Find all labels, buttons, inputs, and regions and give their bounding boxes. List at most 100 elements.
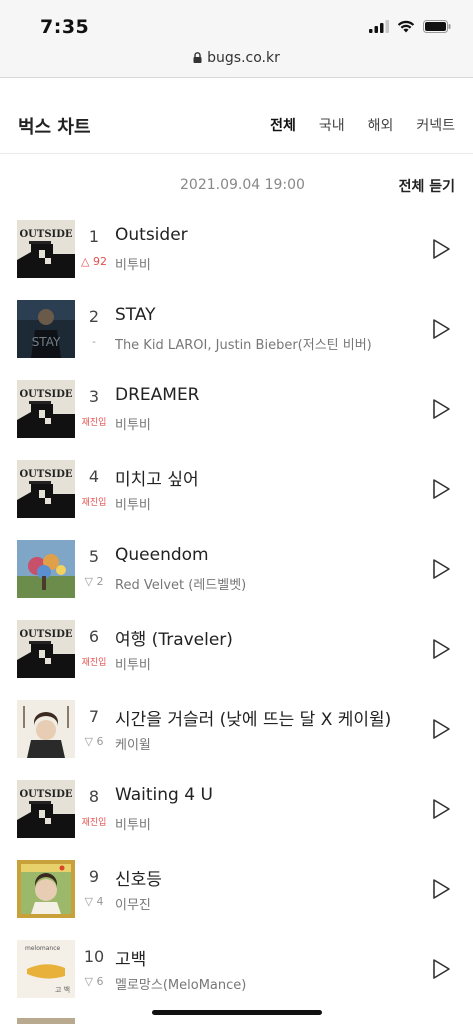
svg-text:STAY: STAY — [32, 335, 61, 349]
svg-text:melomance: melomance — [25, 945, 60, 952]
signal-icon — [369, 20, 389, 33]
url-text: bugs.co.kr — [207, 50, 280, 66]
track-title[interactable]: DREAMER — [115, 385, 200, 405]
rank-number: 3 — [88, 387, 100, 406]
album-cover[interactable] — [17, 700, 75, 758]
rank-number: 1 — [88, 227, 100, 246]
album-cover[interactable]: OUTSIDE — [17, 220, 75, 278]
chart-row[interactable]: OUTSIDE 8 재진입 Waiting 4 U 비투비 — [0, 770, 473, 850]
play-icon[interactable] — [431, 718, 451, 740]
rank-number: 6 — [88, 627, 100, 646]
play-icon[interactable] — [431, 398, 451, 420]
tab-connect[interactable]: 커넥트 — [416, 115, 455, 135]
track-title[interactable]: 미치고 싶어 — [115, 465, 199, 490]
browser-url-bar[interactable]: bugs.co.kr — [0, 48, 473, 78]
track-title[interactable]: 여행 (Traveler) — [115, 625, 233, 650]
rank-change: 재진입 — [81, 818, 107, 828]
tab-all[interactable]: 전체 — [270, 115, 296, 135]
tab-foreign[interactable]: 해외 — [368, 115, 394, 135]
chart-row[interactable]: OUTSIDE 4 재진입 미치고 싶어비투비 — [0, 450, 473, 530]
play-icon[interactable] — [431, 318, 451, 340]
chart-tabs: 전체 국내 해외 커넥트 — [270, 115, 455, 135]
chart-row[interactable]: melomance 고 백 10 ▽ 6 고백멜로망스(MeloMance) — [0, 930, 473, 1010]
album-cover[interactable]: OUTSIDE — [17, 460, 75, 518]
status-time: 7:35 — [40, 16, 90, 38]
album-cover[interactable] — [17, 860, 75, 918]
chart-meta: 2021.09.04 19:00 전체 듣기 — [0, 176, 473, 196]
chart-row[interactable]: STAY 2 - STAY The Kid LAROI, Justin Bieber(저… — [0, 290, 473, 370]
rank-change: - — [92, 335, 96, 348]
play-icon[interactable] — [431, 558, 451, 580]
listen-all-button[interactable]: 전체 듣기 — [399, 176, 455, 196]
album-cover[interactable]: OUTSIDE — [17, 780, 75, 838]
play-icon[interactable] — [431, 238, 451, 260]
svg-text:OUTSIDE: OUTSIDE — [19, 389, 72, 400]
album-cover[interactable]: OUTSIDE — [17, 620, 75, 678]
track-title[interactable]: 신호등 — [115, 865, 162, 890]
track-title[interactable]: STAY — [115, 305, 156, 325]
artist-name[interactable]: 케이윌 — [115, 734, 151, 753]
artist-name[interactable]: 멜로망스(MeloMance) — [115, 974, 246, 993]
rank-number: 7 — [88, 707, 100, 726]
status-icons — [369, 20, 451, 33]
artist-name[interactable]: 비투비 — [115, 254, 151, 273]
chart-row[interactable]: OUTSIDE 6 재진입 여행 (Traveler) 비투비 — [0, 610, 473, 690]
play-icon[interactable] — [431, 878, 451, 900]
artist-name[interactable]: 이무진 — [115, 894, 151, 913]
svg-text:OUTSIDE: OUTSIDE — [19, 469, 72, 480]
album-cover[interactable]: STAY — [17, 300, 75, 358]
album-cover[interactable]: melomance 고 백 — [17, 940, 75, 998]
rank-number: 9 — [88, 867, 100, 886]
svg-text:OUTSIDE: OUTSIDE — [19, 789, 72, 800]
chart-row[interactable]: 5 ▽ 2 Queendom Red Velvet (레드벨벳) — [0, 530, 473, 610]
chart-row[interactable]: OUTSIDE 1 △ 92 Outsider 비투비 — [0, 210, 473, 290]
home-indicator — [152, 1010, 322, 1015]
play-icon[interactable] — [431, 798, 451, 820]
svg-text:OUTSIDE: OUTSIDE — [19, 229, 72, 240]
play-icon[interactable] — [431, 638, 451, 660]
track-title[interactable]: 시간을 거슬러 (낮에 뜨는 달 X 케이윌) — [115, 705, 391, 730]
page-title: 벅스 차트 — [18, 117, 91, 138]
rank-number: 5 — [88, 547, 100, 566]
track-title[interactable]: Waiting 4 U — [115, 785, 213, 805]
rank-change: ▽ 2 — [84, 575, 104, 588]
chart-row[interactable]: 9 ▽ 4 신호등이무진 — [0, 850, 473, 930]
chart-list: OUTSIDE 1 △ 92 Outsider 비투비 STAY 2 - STAY The Kid… — [0, 210, 473, 1010]
tab-domestic[interactable]: 국내 — [319, 115, 345, 135]
rank-change: △ 92 — [81, 255, 107, 268]
track-title[interactable]: Queendom — [115, 545, 209, 565]
chart-row[interactable]: OUTSIDE 3 재진입 DREAMER 비투비 — [0, 370, 473, 450]
page-header: 벅스 차트 전체 국내 해외 커넥트 — [0, 78, 473, 154]
chart-date: 2021.09.04 19:00 — [180, 177, 305, 193]
track-title[interactable]: 고백 — [115, 945, 146, 970]
artist-name[interactable]: 비투비 — [115, 494, 151, 513]
next-row-cover-peek — [17, 1018, 75, 1024]
rank-change: 재진입 — [81, 658, 107, 668]
chart-row[interactable]: 7 ▽ 6 시간을 거슬러 (낮에 뜨는 달 X 케이윌) 케이윌 — [0, 690, 473, 770]
album-cover[interactable] — [17, 540, 75, 598]
artist-name[interactable]: 비투비 — [115, 654, 151, 673]
battery-icon — [423, 20, 451, 33]
artist-name[interactable]: 비투비 — [115, 414, 151, 433]
status-bar: 7:35 — [0, 0, 473, 48]
svg-text:OUTSIDE: OUTSIDE — [19, 629, 72, 640]
rank-change: ▽ 6 — [84, 975, 104, 988]
play-icon[interactable] — [431, 478, 451, 500]
rank-number: 10 — [83, 947, 105, 966]
rank-change: 재진입 — [81, 498, 107, 508]
track-title[interactable]: Outsider — [115, 225, 188, 245]
rank-change: 재진입 — [81, 418, 107, 428]
rank-number: 8 — [88, 787, 100, 806]
rank-number: 4 — [88, 467, 100, 486]
rank-change: ▽ 4 — [84, 895, 104, 908]
artist-name[interactable]: 비투비 — [115, 814, 151, 833]
play-icon[interactable] — [431, 958, 451, 980]
artist-name[interactable]: Red Velvet (레드벨벳) — [115, 574, 246, 593]
artist-name[interactable]: The Kid LAROI, Justin Bieber(저스틴 비버) — [115, 334, 372, 353]
rank-change: ▽ 6 — [84, 735, 104, 748]
svg-text:고 백: 고 백 — [55, 985, 70, 994]
rank-number: 2 — [88, 307, 100, 326]
lock-icon — [193, 52, 202, 63]
wifi-icon — [397, 20, 415, 33]
album-cover[interactable]: OUTSIDE — [17, 380, 75, 438]
